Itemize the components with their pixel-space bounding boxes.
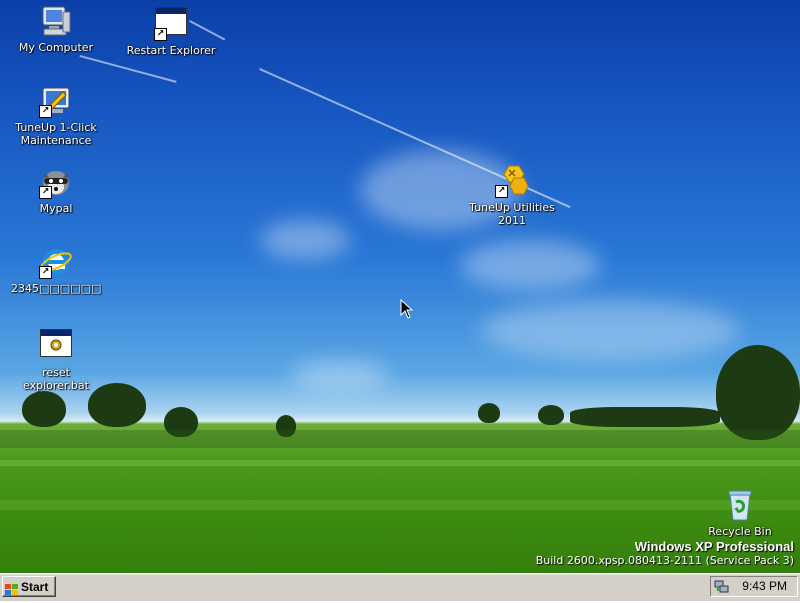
system-tray: 9:43 PM	[710, 576, 798, 597]
desktop-icon-reset-explorer-bat[interactable]: reset explorer.bat	[11, 326, 101, 392]
mouse-pointer-icon	[400, 298, 414, 323]
mypal-raccoon-icon: ↗	[39, 165, 73, 199]
field-band	[0, 430, 800, 448]
recycle-bin-icon	[723, 488, 757, 522]
desktop-icon-restart-explorer[interactable]: ↗ Restart Explorer	[126, 4, 216, 57]
icon-label: 2345□□□□□□	[11, 282, 102, 295]
icon-label: Restart Explorer	[126, 44, 216, 57]
shortcut-arrow-icon: ↗	[39, 186, 52, 199]
shortcut-arrow-icon: ↗	[495, 185, 508, 198]
desktop-icon-tuneup-utilities[interactable]: ↗ TuneUp Utilities 2011	[457, 164, 567, 227]
os-build-text: Build 2600.xpsp.080413-2111 (Service Pac…	[535, 554, 794, 567]
batch-window-icon: ↗	[154, 7, 188, 41]
batch-gear-icon	[39, 329, 73, 363]
taskbar: Start 9:43 PM	[0, 573, 800, 601]
start-label: Start	[21, 580, 49, 594]
clock[interactable]: 9:43 PM	[742, 577, 787, 596]
tuneup-maintenance-icon: ↗	[39, 84, 73, 118]
cloud	[260, 220, 350, 260]
desktop-icon-recycle-bin[interactable]: Recycle Bin	[695, 488, 785, 538]
icon-label: Recycle Bin	[708, 525, 772, 538]
ie-browser-icon: ↗	[39, 245, 73, 279]
shortcut-arrow-icon: ↗	[154, 28, 167, 41]
field-band	[0, 460, 800, 466]
field-band	[0, 500, 800, 510]
icon-label: reset explorer.bat	[23, 366, 89, 392]
contrail	[79, 55, 177, 83]
tuneup-utilities-icon: ↗	[495, 164, 529, 198]
start-button[interactable]: Start	[2, 576, 56, 597]
icon-label: TuneUp 1-Click Maintenance	[15, 121, 97, 147]
cloud	[290, 360, 390, 390]
cloud	[480, 300, 740, 360]
icon-label: TuneUp Utilities 2011	[469, 201, 555, 227]
cloud	[460, 240, 600, 290]
shortcut-arrow-icon: ↗	[39, 266, 52, 279]
desktop-icon-my-computer[interactable]: My Computer	[11, 4, 101, 54]
os-edition-text: Windows XP Professional	[634, 539, 794, 554]
my-computer-icon	[39, 4, 73, 38]
desktop-icon-mypal[interactable]: ↗ Mypal	[11, 165, 101, 215]
shortcut-arrow-icon: ↗	[39, 105, 52, 118]
os-version-watermark: Windows XP Professional Build 2600.xpsp.…	[536, 539, 794, 567]
windows-flag-icon	[5, 582, 19, 595]
desktop-icon-2345-browser[interactable]: ↗ 2345□□□□□□	[11, 245, 101, 295]
icon-label: Mypal	[39, 202, 73, 215]
icon-label: My Computer	[18, 41, 94, 54]
desktop[interactable]: My Computer ↗ Restart Explorer ↗ TuneUp …	[0, 0, 800, 573]
network-tray-icon[interactable]	[714, 579, 730, 594]
desktop-icon-tuneup-maintenance[interactable]: ↗ TuneUp 1-Click Maintenance	[11, 84, 101, 147]
